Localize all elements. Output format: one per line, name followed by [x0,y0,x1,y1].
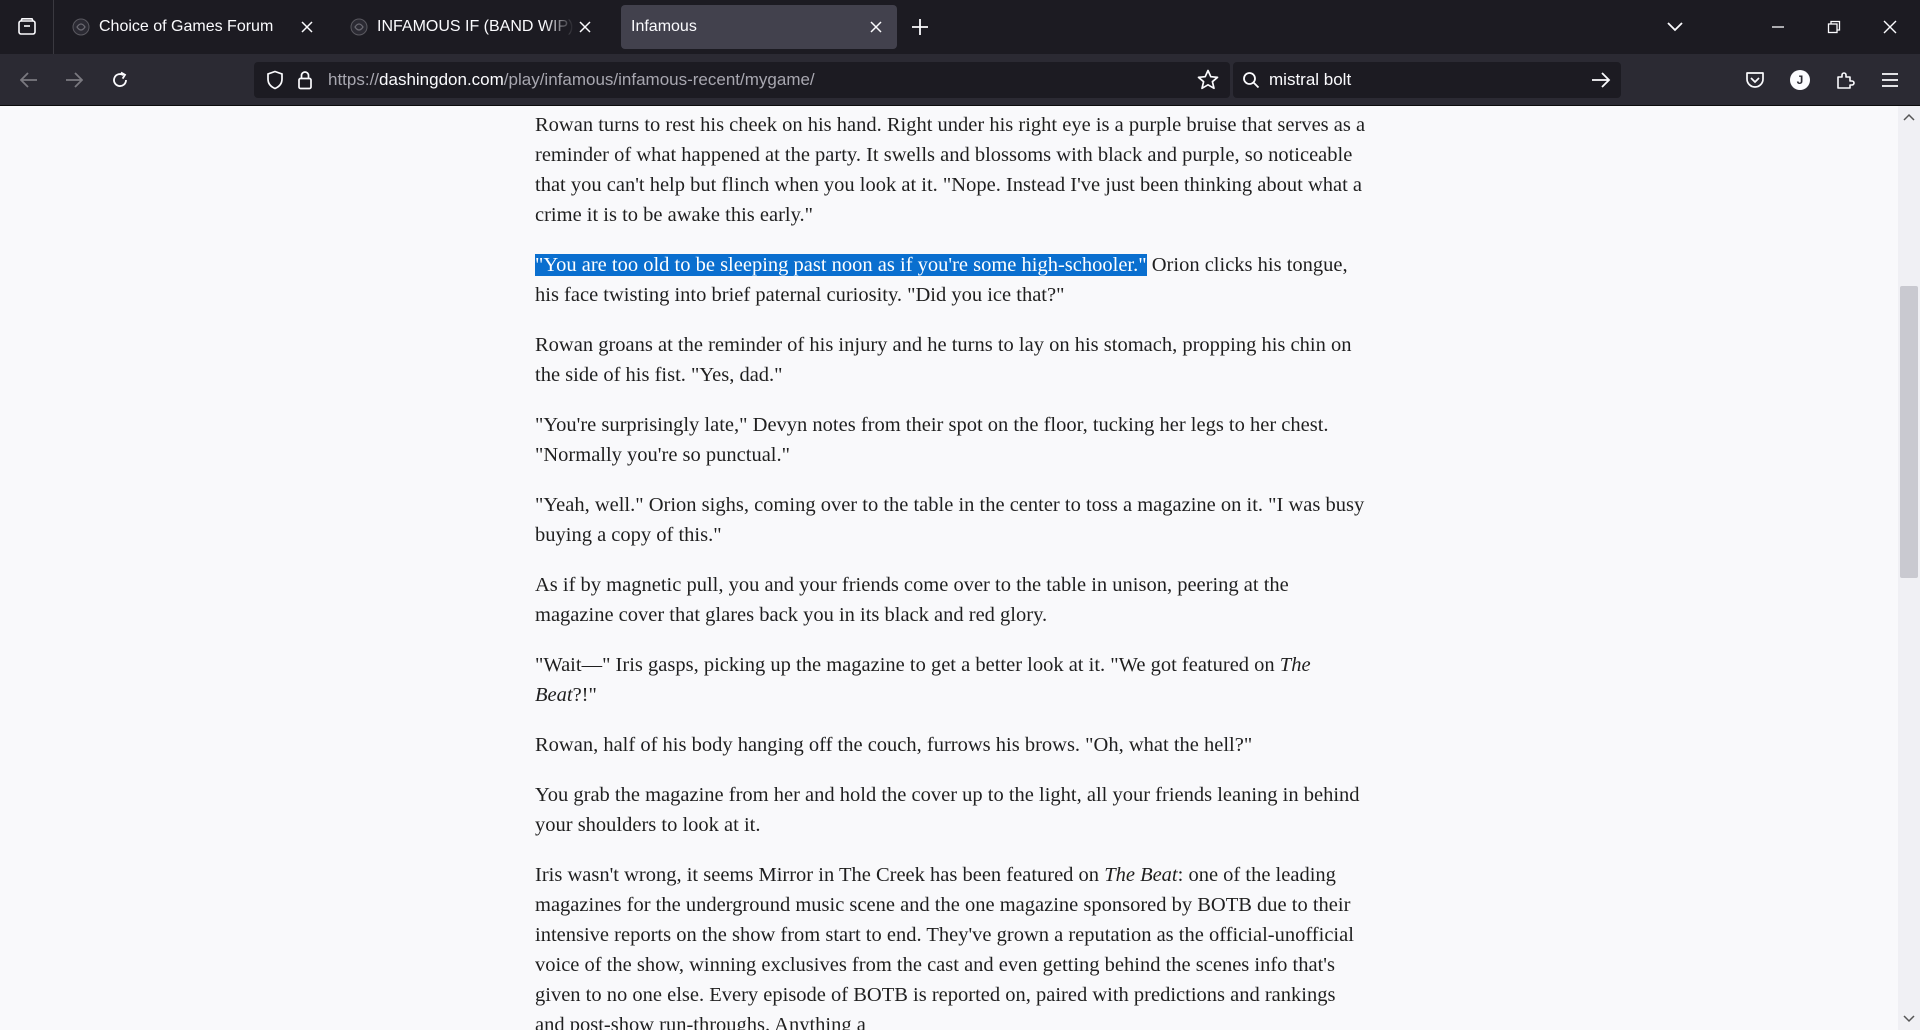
vertical-scrollbar[interactable] [1898,106,1920,1030]
avatar: J [1790,70,1810,90]
search-go-arrow-icon[interactable] [1589,68,1613,92]
tab-title: Infamous [631,18,697,35]
firefox-view-icon [17,18,36,35]
magazine-title: The Beat [1104,864,1178,886]
bookmark-star-icon[interactable] [1196,68,1220,92]
navigation-toolbar: https://dashingdon.com/play/infamous/inf… [0,54,1920,106]
close-icon [870,21,882,33]
shield-icon [267,70,283,90]
close-icon [301,21,313,33]
reload-button[interactable] [103,63,137,97]
story-paragraph: Rowan, half of his body hanging off the … [535,734,1253,756]
story-paragraph: "Yeah, well." Orion sighs, coming over t… [535,494,1365,546]
story-paragraph: Rowan groans at the reminder of his inju… [535,334,1352,386]
forum-favicon-icon [72,18,90,36]
chevron-down-icon [1903,1015,1915,1023]
page-content: Rowan turns to rest his cheek on his han… [0,106,1898,1030]
back-button[interactable] [12,63,46,97]
tab-title: INFAMOUS IF (BAND WIP) CHAPTER [377,18,574,35]
search-input[interactable] [1269,70,1569,90]
url-text: https://dashingdon.com/play/infamous/inf… [328,70,815,90]
selected-text: "You are too old to be sleeping past noo… [535,254,1147,276]
pocket-icon [1746,72,1764,88]
story-paragraph: "Wait—" Iris gasps, picking up the magaz… [535,650,1370,710]
puzzle-piece-icon [1837,72,1855,89]
minimize-icon [1772,26,1784,28]
tab-infamous[interactable]: Infamous [621,5,897,49]
site-security-button[interactable] [290,62,320,98]
account-button[interactable]: J [1785,65,1815,95]
arrow-left-icon [20,72,37,88]
tracking-protection-button[interactable] [260,62,290,98]
new-tab-button[interactable] [905,12,935,42]
firefox-view-button[interactable] [0,0,54,54]
url-host: dashingdon.com [379,70,504,89]
pocket-button[interactable] [1740,65,1770,95]
tab-title: Choice of Games Forum [99,18,274,35]
story-paragraph: Iris wasn't wrong, it seems Mirror in Th… [535,860,1370,1030]
story-paragraph: "You are too old to be sleeping past noo… [535,250,1370,310]
tab-infamous-forum-thread[interactable]: INFAMOUS IF (BAND WIP) CHAPTER [336,5,606,49]
tab-close-button[interactable] [865,16,887,38]
paragraph-text: : one of the leading magazines for the u… [535,864,1354,1030]
arrow-right-icon [66,72,83,88]
address-bar[interactable]: https://dashingdon.com/play/infamous/inf… [254,62,1230,98]
reload-icon [113,71,127,87]
story-text: Rowan turns to rest his cheek on his han… [535,110,1370,1030]
chevron-down-icon [1667,22,1683,32]
scrollbar-thumb[interactable] [1900,285,1918,578]
restore-button[interactable] [1806,0,1862,54]
story-paragraph: You grab the magazine from her and hold … [535,784,1360,836]
plus-icon [912,19,928,35]
paragraph-text: ?!" [572,684,597,706]
extensions-button[interactable] [1830,65,1860,95]
restore-icon [1827,20,1841,34]
close-icon [579,21,591,33]
url-path: /play/infamous/infamous-recent/mygame/ [503,70,815,89]
tab-close-button[interactable] [296,16,318,38]
forward-button[interactable] [57,63,91,97]
tab-strip: Choice of Games Forum INFAMOUS IF (BAND … [0,0,1920,54]
tab-choice-of-games-forum[interactable]: Choice of Games Forum [58,5,328,49]
close-icon [1883,20,1897,34]
chevron-up-icon [1903,113,1915,121]
forum-favicon-icon [350,18,368,36]
story-paragraph: As if by magnetic pull, you and your fri… [535,574,1289,626]
url-scheme: https:// [328,70,380,89]
lock-icon [298,71,312,90]
scroll-down-button[interactable] [1898,1010,1920,1028]
paragraph-text: Iris wasn't wrong, it seems Mirror in Th… [535,864,1105,886]
tab-close-button[interactable] [574,16,596,38]
search-icon [1233,71,1269,89]
paragraph-text: "Wait—" Iris gasps, picking up the magaz… [535,654,1280,676]
list-all-tabs-button[interactable] [1660,12,1690,42]
story-paragraph: "You're surprisingly late," Devyn notes … [535,414,1329,466]
minimize-button[interactable] [1750,0,1806,54]
hamburger-menu-icon [1882,73,1898,87]
search-bar[interactable] [1233,62,1621,98]
scroll-up-button[interactable] [1898,108,1920,126]
window-close-button[interactable] [1862,0,1918,54]
story-paragraph: Rowan turns to rest his cheek on his han… [535,114,1366,226]
app-menu-button[interactable] [1875,65,1905,95]
